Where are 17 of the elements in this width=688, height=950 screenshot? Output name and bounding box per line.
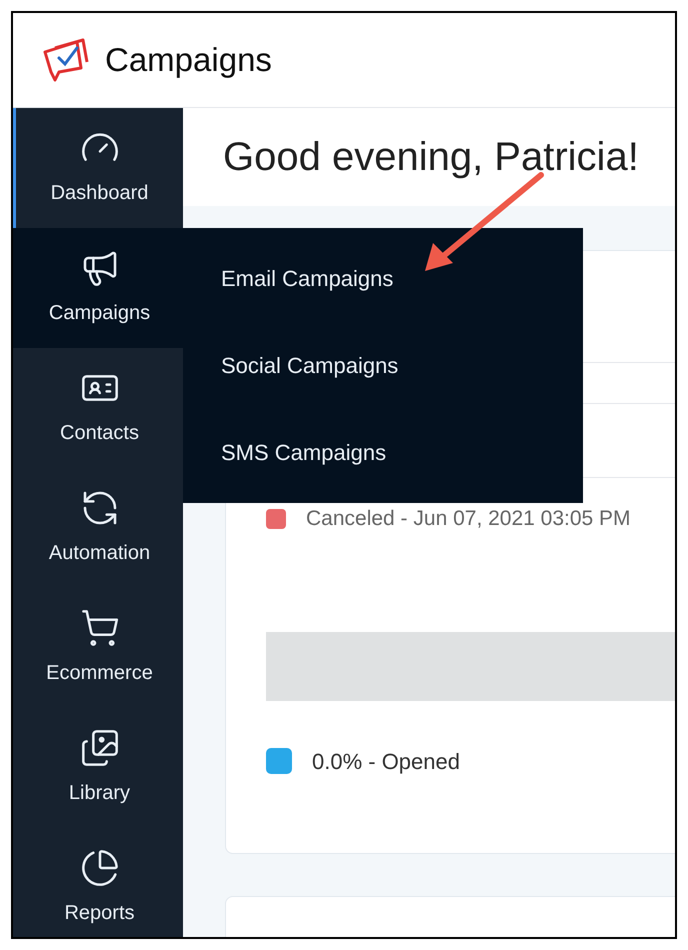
sidebar-item[interactable]: Library [13,708,183,828]
menu-item[interactable]: Social Campaigns [221,349,398,382]
greeting-heading: Good evening, Patricia! [223,134,639,181]
pie-chart-icon [80,848,120,888]
app-title: Campaigns [105,40,272,80]
sidebar-item[interactable]: Reports [13,828,183,937]
cart-icon [80,608,120,648]
sidebar-item[interactable]: Automation [13,468,183,588]
sidebar-item[interactable]: Contacts [13,348,183,468]
menu-item[interactable]: SMS Campaigns [221,436,386,469]
menu-item[interactable]: Email Campaigns [221,262,394,295]
sidebar-item[interactable]: Campaigns [13,228,183,348]
legend-text: 0.0% - Opened [312,748,460,776]
sidebar-item[interactable]: Ecommerce [13,588,183,708]
status-text: Canceled - Jun 07, 2021 03:05 PM [306,506,631,532]
logo-icon [41,38,91,82]
images-icon [80,728,120,768]
